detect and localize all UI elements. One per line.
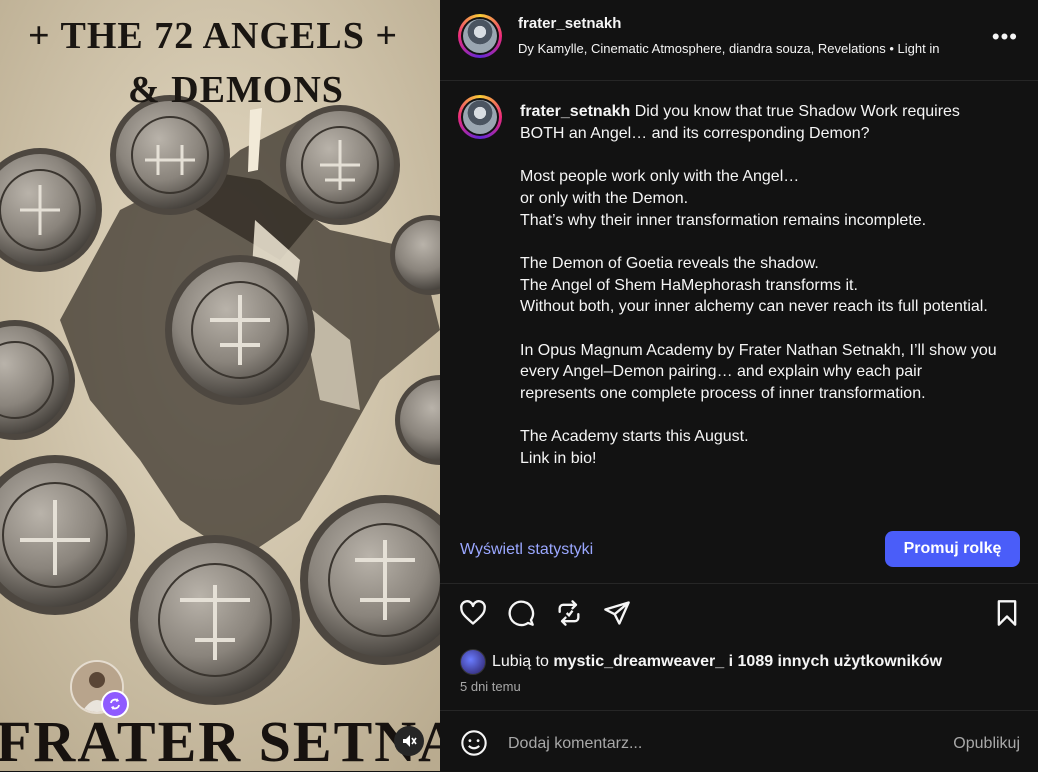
caption-area: frater_setnakh Did you know that true Sh… bbox=[440, 81, 1038, 513]
likes-summary[interactable]: Lubią to mystic_dreamweaver_ i 1089 inny… bbox=[460, 649, 942, 675]
media-footer-text: FRATER SETNAKH bbox=[0, 709, 440, 771]
caption-line: Without both, your inner alchemy can nev… bbox=[520, 298, 988, 316]
comment-input[interactable]: Dodaj komentarz... bbox=[508, 735, 642, 753]
avatar-image bbox=[463, 100, 497, 134]
caption-line: or only with the Demon. bbox=[520, 189, 689, 207]
remix-icon[interactable] bbox=[101, 690, 129, 718]
post-header: frater_setnakh Dy Kamylle, Cinematic Atm… bbox=[440, 0, 1038, 81]
mute-button[interactable] bbox=[394, 726, 424, 756]
audio-attribution[interactable]: Dy Kamylle, Cinematic Atmosphere, diandr… bbox=[518, 41, 988, 56]
media-title-line2: & DEMONS bbox=[128, 69, 344, 111]
liker-avatar bbox=[460, 649, 486, 675]
caption-line: Link in bio! bbox=[520, 450, 597, 468]
muted-speaker-icon bbox=[403, 735, 417, 747]
promote-reel-button[interactable]: Promuj rolkę bbox=[885, 531, 1020, 567]
sigil-coin bbox=[110, 95, 230, 215]
caption-line: The Angel of Shem HaMephorash transforms… bbox=[520, 276, 858, 294]
reel-media[interactable]: + THE 72 ANGELS + & DEMONS FRATER SETNAK… bbox=[0, 0, 440, 771]
post-panel: frater_setnakh Dy Kamylle, Cinematic Atm… bbox=[440, 0, 1038, 771]
sigil-coin bbox=[165, 255, 315, 405]
sigil-coin bbox=[130, 535, 300, 705]
send-icon[interactable] bbox=[602, 598, 632, 628]
caption-text: frater_setnakh Did you know that true Sh… bbox=[520, 101, 1000, 470]
avatar-image bbox=[463, 19, 497, 53]
stats-bar: Wyświetl statystyki Promuj rolkę bbox=[440, 513, 1038, 584]
more-icon: ••• bbox=[991, 24, 1018, 49]
media-title-line1: + THE 72 ANGELS + bbox=[28, 15, 399, 57]
caption-line: The Demon of Goetia reveals the shadow. bbox=[520, 254, 819, 272]
view-insights-link[interactable]: Wyświetl statystyki bbox=[460, 541, 593, 559]
caption-username[interactable]: frater_setnakh bbox=[520, 103, 630, 120]
likes-user[interactable]: mystic_dreamweaver_ bbox=[553, 653, 724, 671]
bookmark-icon[interactable] bbox=[992, 598, 1022, 628]
heart-icon[interactable] bbox=[458, 598, 488, 628]
reel-artwork bbox=[0, 0, 440, 771]
sigil-coin bbox=[280, 105, 400, 225]
emoji-icon[interactable] bbox=[460, 729, 488, 757]
caption-line: Most people work only with the Angel… bbox=[520, 168, 800, 186]
caption-avatar[interactable] bbox=[458, 95, 502, 139]
comment-bar: Dodaj komentarz... Opublikuj bbox=[440, 710, 1038, 772]
action-bar bbox=[440, 594, 1038, 638]
comment-icon[interactable] bbox=[506, 598, 536, 628]
likes-prefix: Lubią to bbox=[492, 653, 549, 670]
more-options-button[interactable]: ••• bbox=[992, 24, 1018, 50]
post-timestamp[interactable]: 5 dni temu bbox=[460, 679, 521, 694]
profile-avatar[interactable] bbox=[458, 14, 502, 58]
likes-suffix[interactable]: i 1089 innych użytkowników bbox=[729, 653, 942, 671]
post-comment-button[interactable]: Opublikuj bbox=[953, 735, 1020, 753]
caption-line: That’s why their inner transformation re… bbox=[520, 211, 927, 229]
repost-icon[interactable] bbox=[554, 598, 584, 628]
caption-line: In Opus Magnum Academy by Frater Nathan … bbox=[520, 341, 997, 403]
header-username[interactable]: frater_setnakh bbox=[518, 15, 621, 32]
caption-fade bbox=[440, 501, 1038, 513]
caption-line: The Academy starts this August. bbox=[520, 428, 749, 446]
